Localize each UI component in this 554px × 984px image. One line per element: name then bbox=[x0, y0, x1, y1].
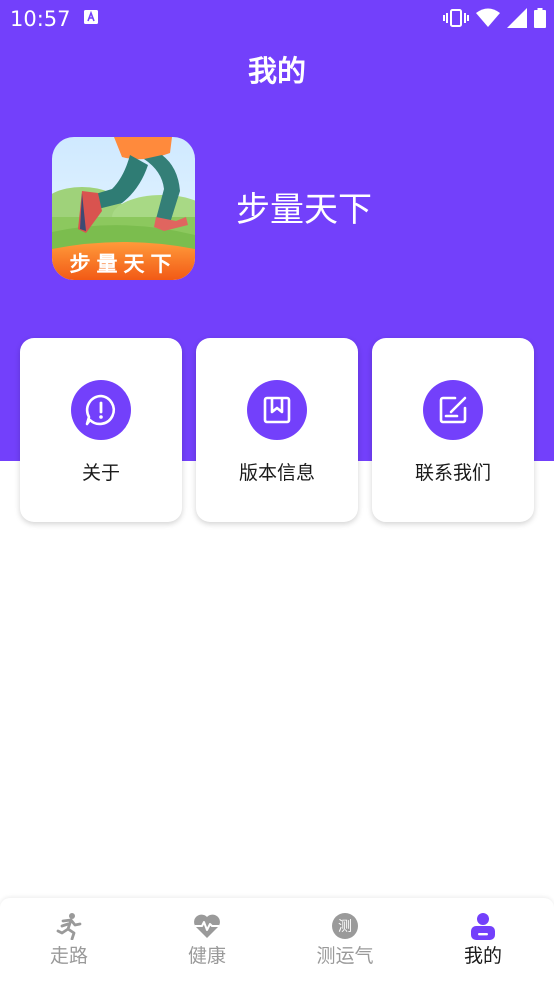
fortune-icon-text: 测 bbox=[338, 919, 352, 935]
contact-us-card[interactable]: 联系我们 bbox=[372, 338, 534, 522]
tab-mine[interactable]: 我的 bbox=[414, 898, 552, 984]
bookmark-icon bbox=[247, 380, 307, 440]
tab-walk-label: 走路 bbox=[49, 945, 88, 967]
tab-fortune-label: 测运气 bbox=[316, 945, 374, 967]
contact-us-label: 联系我们 bbox=[414, 462, 491, 484]
edit-icon bbox=[423, 380, 483, 440]
logo-text: 步量天下 bbox=[70, 252, 178, 276]
tab-health[interactable]: 健康 bbox=[138, 898, 276, 984]
keyboard-a-icon bbox=[84, 10, 98, 24]
tab-fortune[interactable]: 测 测运气 bbox=[276, 898, 414, 984]
about-label: 关于 bbox=[81, 462, 120, 484]
running-icon bbox=[55, 912, 83, 940]
about-card[interactable]: 关于 bbox=[20, 338, 182, 522]
page-title: 我的 bbox=[247, 54, 306, 88]
version-info-card[interactable]: 版本信息 bbox=[196, 338, 358, 522]
version-info-label: 版本信息 bbox=[238, 462, 315, 484]
tab-walk[interactable]: 走路 bbox=[0, 898, 138, 984]
tab-mine-label: 我的 bbox=[463, 945, 502, 967]
status-bar: 10:57 bbox=[0, 0, 554, 38]
info-icon bbox=[71, 380, 131, 440]
app-logo: 步量天下 bbox=[52, 137, 195, 280]
status-time: 10:57 bbox=[10, 7, 71, 31]
battery-icon bbox=[534, 8, 546, 28]
fortune-icon: 测 bbox=[331, 912, 359, 940]
bottom-tab-bar: 走路 健康 测 测运气 我的 bbox=[0, 898, 554, 984]
tab-health-label: 健康 bbox=[187, 945, 226, 967]
wifi-icon bbox=[476, 8, 500, 27]
app-logo-image: 步量天下 bbox=[52, 137, 195, 280]
heart-pulse-icon bbox=[193, 912, 221, 940]
user-icon bbox=[469, 912, 497, 940]
app-name: 步量天下 bbox=[236, 190, 372, 230]
vibrate-icon bbox=[443, 9, 469, 27]
status-icons bbox=[443, 8, 546, 28]
signal-icon bbox=[507, 8, 527, 28]
